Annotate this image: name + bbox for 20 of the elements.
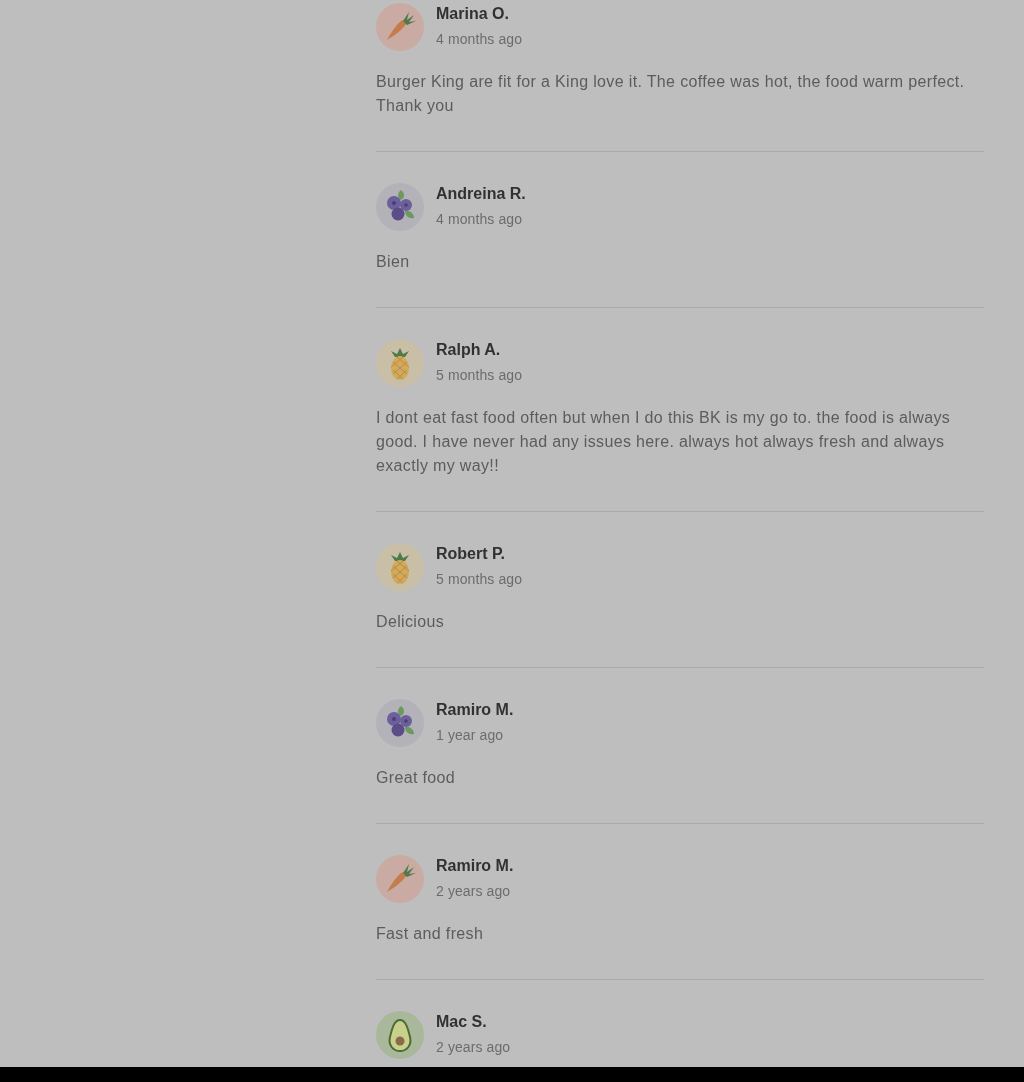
review-text: I dont eat fast food often but when I do this BK is my go to. the food is always good. I have never had any issues here. always hot always fresh and always exactly my way!! — [376, 408, 952, 476]
review-time: 2 years ago — [436, 882, 512, 901]
author-name: Ralph A. — [436, 340, 502, 360]
review-text: Great food — [376, 768, 457, 788]
author-name: Andreina R. — [436, 184, 526, 204]
author-name: Robert P. — [436, 544, 507, 564]
review-text: Bien — [376, 252, 411, 272]
review-text: Fast and fresh — [376, 924, 485, 944]
author-name: Ramiro M. — [436, 856, 514, 876]
review-text: Burger King are fit for a King love it. The coffee was hot, the food warm perfect. Thank you — [376, 72, 966, 116]
review-time: 4 months ago — [436, 30, 523, 49]
review-time: 4 months ago — [436, 210, 524, 229]
author-name: Marina O. — [436, 4, 510, 24]
review-time: 2 years ago — [436, 1038, 511, 1057]
review-time: 5 months ago — [436, 366, 523, 385]
review-text: Delicious — [376, 612, 446, 632]
review-time: 5 months ago — [436, 570, 523, 589]
author-name: Mac S. — [436, 1012, 488, 1032]
author-name: Ramiro M. — [436, 700, 514, 720]
review-time: 1 year ago — [436, 726, 505, 745]
